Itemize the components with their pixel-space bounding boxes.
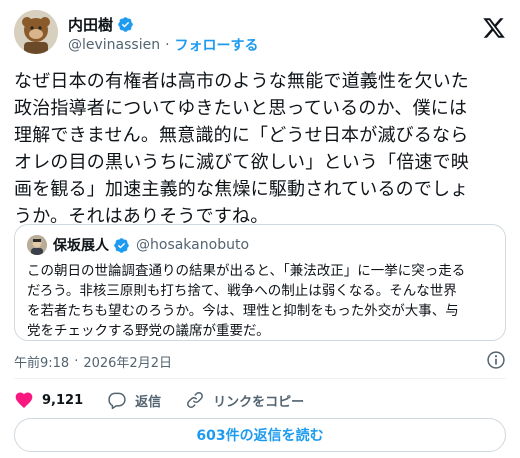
quoted-author-avatar — [27, 235, 47, 255]
quoted-text-line: を若者たちも望むのろうか。今は、理性と抑制をもった外交が大事、与 — [27, 303, 459, 319]
quoted-text-line: だろう。非核三原則も打ち捨て、戦争への制止は弱くなる。そんな世界 — [27, 283, 457, 299]
reply-icon — [108, 392, 126, 410]
quoted-text-line: 党をチェックする野党の議席が重要だ。 — [27, 323, 270, 339]
author-handle[interactable]: @levinassien — [68, 37, 160, 53]
author-name[interactable]: 内田樹 — [68, 14, 113, 35]
copy-link-label: リンクをコピー — [213, 394, 305, 410]
reply-label: 返信 — [135, 394, 162, 410]
tweet-text-line: 理解できません。無意識的に「どうせ日本が滅びるなら — [14, 125, 469, 146]
timestamp-date: 2026年2月2日 — [83, 356, 172, 371]
like-button[interactable]: 9,121 — [14, 390, 83, 410]
tweet-text: なぜ日本の有権者は高市のような無能で道義性を欠いた 政治指導者についてゆきたいと… — [14, 68, 510, 230]
x-logo-icon[interactable] — [482, 16, 506, 40]
tweet-text-line: 画を観る」加速主義的な焦燥に駆動されているのでしょ — [14, 179, 469, 200]
heart-icon — [15, 392, 33, 409]
quoted-tweet[interactable]: 保坂展人 @hosakanobuto この朝日の世論調査通りの結果が出ると、「兼… — [14, 224, 506, 341]
follow-button[interactable]: フォローする — [175, 35, 259, 55]
quoted-author-handle: @hosakanobuto — [136, 237, 250, 253]
separator-dot: · — [165, 37, 170, 53]
like-count: 9,121 — [42, 392, 84, 408]
tweet-text-line: なぜ日本の有権者は高市のような無能で道義性を欠いた — [14, 71, 469, 92]
timestamp-time: 午前9:18 — [14, 356, 70, 371]
read-replies-button[interactable]: 603件の返信を読む — [14, 418, 506, 452]
tweet-actions: 9,121 返信 リンクをコピー — [14, 388, 328, 412]
divider — [14, 378, 506, 379]
verified-badge-icon — [114, 237, 129, 253]
verified-badge-icon — [118, 17, 133, 32]
tweet-timestamp[interactable]: 午前9:18 · 2026年2月2日 — [14, 352, 172, 371]
quoted-author-name: 保坂展人 — [53, 238, 109, 254]
tweet-header: 内田樹 @levinassien · フォローする — [14, 10, 510, 58]
link-icon — [187, 392, 204, 408]
copy-link-button[interactable]: リンクをコピー — [185, 390, 304, 410]
quoted-text-line: この朝日の世論調査通りの結果が出ると、「兼法改正」に一挙に突っ走る — [27, 263, 466, 279]
separator-dot: · — [74, 354, 79, 369]
info-icon[interactable] — [486, 350, 506, 370]
quoted-tweet-text: この朝日の世論調査通りの結果が出ると、「兼法改正」に一挙に突っ走る だろう。非核… — [27, 261, 497, 341]
tweet-text-line: オレの目の黒いうちに滅びて欲しい」という「倍速で映 — [14, 152, 469, 173]
reply-button[interactable]: 返信 — [107, 390, 161, 410]
tweet-text-line: 政治指導者についてゆきたいと思っているのか、僕には — [14, 98, 468, 119]
author-avatar[interactable] — [14, 10, 58, 54]
